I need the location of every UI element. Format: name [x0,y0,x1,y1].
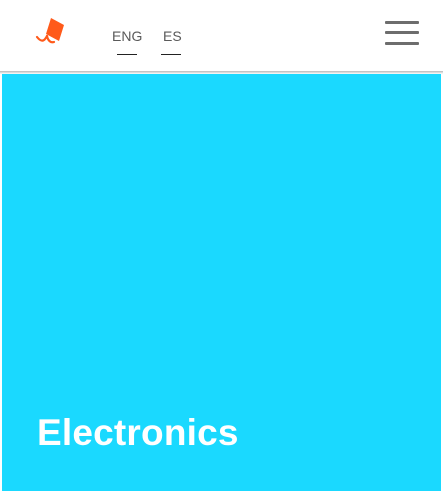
language-link-eng[interactable]: ENG [112,28,142,44]
category-hero-banner[interactable]: Electronics [2,74,441,491]
hamburger-menu-icon-middle [385,31,419,34]
category-title: Electronics [37,412,239,453]
top-header: ENG ES [0,0,443,72]
page: ENG ES Electronics [0,0,443,492]
language-eng-underline [117,54,137,55]
kite-logo-icon [35,18,64,44]
language-es-underline [161,54,181,55]
hamburger-menu-icon [385,21,419,24]
language-link-es[interactable]: ES [163,28,182,44]
hamburger-menu-icon-bottom [385,42,419,45]
hamburger-menu-button[interactable] [385,21,419,47]
brand-logo-link[interactable] [34,16,72,50]
